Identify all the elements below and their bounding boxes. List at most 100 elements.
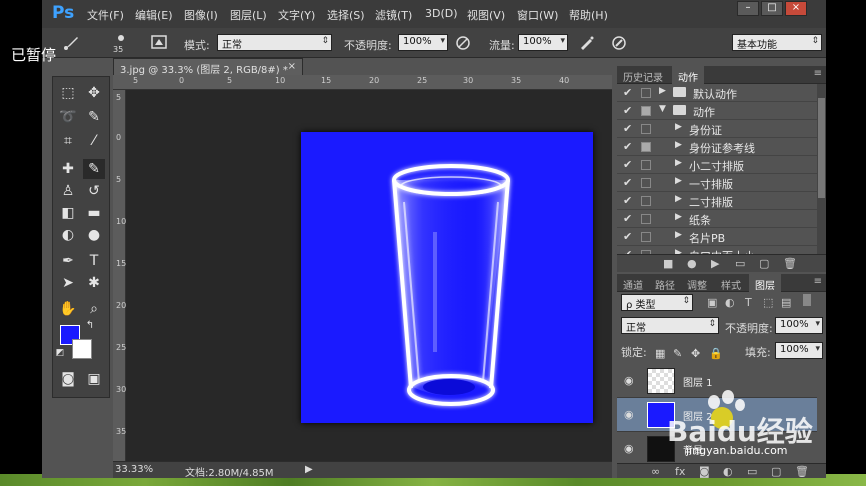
menu-window[interactable]: 窗口(W)	[517, 7, 558, 23]
expand-right-icon[interactable]: ▶	[675, 158, 682, 168]
add-mask-icon[interactable]: ◙	[699, 465, 710, 478]
dialog-toggle-box[interactable]	[641, 160, 651, 170]
move-tool-icon[interactable]: ✥	[83, 83, 105, 103]
menu-select[interactable]: 选择(S)	[327, 7, 365, 23]
menu-image[interactable]: 图像(I)	[184, 7, 218, 23]
default-colors-icon[interactable]: ◩	[54, 347, 66, 359]
filter-pixel-icon[interactable]: ▣	[707, 296, 717, 309]
layer-filter-kind[interactable]: ρ 类型 ⇕	[621, 294, 693, 311]
dialog-toggle-box[interactable]	[641, 106, 651, 116]
menu-file[interactable]: 文件(F)	[87, 7, 124, 23]
dialog-toggle-box[interactable]	[641, 142, 651, 152]
expand-right-icon[interactable]: ▶	[675, 140, 682, 150]
eye-icon[interactable]: ◉	[624, 374, 634, 387]
blend-mode-select[interactable]: 正常 ⇕	[621, 317, 719, 334]
zoom-tool-icon[interactable]: ⌕	[83, 299, 105, 319]
layer-style-icon[interactable]: fx	[675, 465, 685, 478]
history-brush-tool-icon[interactable]: ↺	[83, 181, 105, 201]
filter-smart-icon[interactable]: ▤	[781, 296, 791, 309]
filter-adjustment-icon[interactable]: ◐	[725, 296, 735, 309]
tab-adjustments[interactable]: 调整	[681, 274, 713, 292]
brush-tool-preset-icon[interactable]	[62, 34, 80, 52]
check-icon[interactable]: ✔	[623, 86, 632, 99]
document-tab[interactable]: 3.jpg @ 33.3% (图层 2, RGB/8#) * ×	[113, 58, 303, 76]
fill-field[interactable]: 100% ▾	[775, 342, 823, 359]
clone-stamp-tool-icon[interactable]: ♙	[57, 181, 79, 201]
check-icon[interactable]: ✔	[623, 140, 632, 153]
dialog-toggle-box[interactable]	[641, 88, 651, 98]
delete-icon[interactable]: 🗑	[783, 257, 797, 270]
action-row[interactable]: ✔ ▶ 默认动作	[617, 84, 817, 102]
tab-history[interactable]: 历史记录	[617, 66, 669, 84]
tab-layers[interactable]: 图层	[749, 274, 781, 292]
blur-tool-icon[interactable]: ◐	[57, 225, 79, 245]
menu-filter[interactable]: 滤镜(T)	[375, 7, 412, 23]
eraser-tool-icon[interactable]: ◧	[57, 203, 79, 223]
hand-tool-icon[interactable]: ✋	[57, 299, 79, 319]
dodge-tool-icon[interactable]: ●	[83, 225, 105, 245]
lock-all-icon[interactable]: 🔒	[709, 347, 723, 360]
type-tool-icon[interactable]: T	[83, 251, 105, 271]
panel-menu-icon[interactable]: ≡	[814, 276, 822, 287]
lock-transparent-icon[interactable]: ▦	[655, 347, 665, 360]
expand-right-icon[interactable]: ▶	[675, 194, 682, 204]
new-action-icon[interactable]: ▢	[759, 257, 769, 270]
swap-colors-icon[interactable]: ↰	[83, 319, 97, 333]
eye-icon[interactable]: ◉	[624, 442, 634, 455]
menu-help[interactable]: 帮助(H)	[569, 7, 608, 23]
check-icon[interactable]: ✔	[623, 194, 632, 207]
menu-layer[interactable]: 图层(L)	[230, 7, 267, 23]
check-icon[interactable]: ✔	[623, 212, 632, 225]
mode-select[interactable]: 正常 ⇕	[217, 34, 332, 51]
expand-right-icon[interactable]: ▶	[659, 86, 666, 96]
action-row[interactable]: ✔ ▶ 身份证	[617, 120, 817, 138]
background-color-swatch[interactable]	[72, 339, 92, 359]
quick-mask-icon[interactable]: ◙	[57, 369, 79, 389]
new-group-icon[interactable]: ▭	[747, 465, 757, 478]
brush-size-picker[interactable]: 35	[110, 34, 132, 54]
record-icon[interactable]: ●	[687, 257, 697, 270]
dialog-toggle-box[interactable]	[641, 124, 651, 134]
tab-paths[interactable]: 路径	[649, 274, 681, 292]
action-row[interactable]: ✔ ▶ 一寸排版	[617, 174, 817, 192]
panel-menu-icon[interactable]: ≡	[814, 68, 822, 79]
workspace-select[interactable]: 基本功能 ⇕	[732, 34, 822, 51]
menu-edit[interactable]: 编辑(E)	[135, 7, 173, 23]
stop-icon[interactable]: ■	[663, 257, 673, 270]
check-icon[interactable]: ✔	[623, 230, 632, 243]
filter-toggle-icon[interactable]	[803, 294, 811, 306]
close-icon[interactable]: ×	[288, 61, 296, 72]
menu-view[interactable]: 视图(V)	[467, 7, 505, 23]
action-row[interactable]: ✔ ▶ 纸条	[617, 210, 817, 228]
dialog-toggle-box[interactable]	[641, 232, 651, 242]
tab-actions[interactable]: 动作	[672, 66, 704, 84]
action-row[interactable]: ✔ ▶ 小二寸排版	[617, 156, 817, 174]
new-layer-icon[interactable]: ▢	[771, 465, 781, 478]
minimize-button[interactable]: –	[737, 1, 759, 16]
action-row[interactable]: ✔▶白口中而十小	[617, 246, 817, 254]
healing-brush-tool-icon[interactable]: ✚	[57, 159, 79, 179]
expand-right-icon[interactable]: ▶	[675, 212, 682, 222]
brush-tool-icon[interactable]: ✎	[83, 159, 105, 179]
crop-tool-icon[interactable]: ⌗	[57, 131, 79, 151]
status-menu-arrow[interactable]: ▶	[305, 464, 313, 475]
dialog-toggle-box[interactable]	[641, 196, 651, 206]
maximize-button[interactable]: □	[761, 1, 783, 16]
check-icon[interactable]: ✔	[623, 122, 632, 135]
eyedropper-tool-icon[interactable]: ⁄	[83, 131, 105, 151]
dialog-toggle-box[interactable]	[641, 214, 651, 224]
screen-mode-icon[interactable]: ▣	[83, 369, 105, 389]
link-layers-icon[interactable]: ∞	[651, 465, 660, 478]
eye-icon[interactable]: ◉	[624, 408, 634, 421]
tab-styles[interactable]: 样式	[715, 274, 747, 292]
pressure-opacity-icon[interactable]	[454, 34, 472, 52]
check-icon[interactable]: ✔	[623, 104, 632, 117]
menu-type[interactable]: 文字(Y)	[278, 7, 315, 23]
zoom-readout[interactable]: 33.33%	[115, 464, 153, 475]
new-set-icon[interactable]: ▭	[735, 257, 745, 270]
flow-field[interactable]: 100% ▾	[518, 34, 568, 51]
menu-3d[interactable]: 3D(D)	[425, 7, 458, 20]
close-button[interactable]: ×	[785, 1, 807, 16]
lock-position-icon[interactable]: ✥	[691, 347, 700, 360]
action-row[interactable]: ✔ ▶ 身份证参考线	[617, 138, 817, 156]
